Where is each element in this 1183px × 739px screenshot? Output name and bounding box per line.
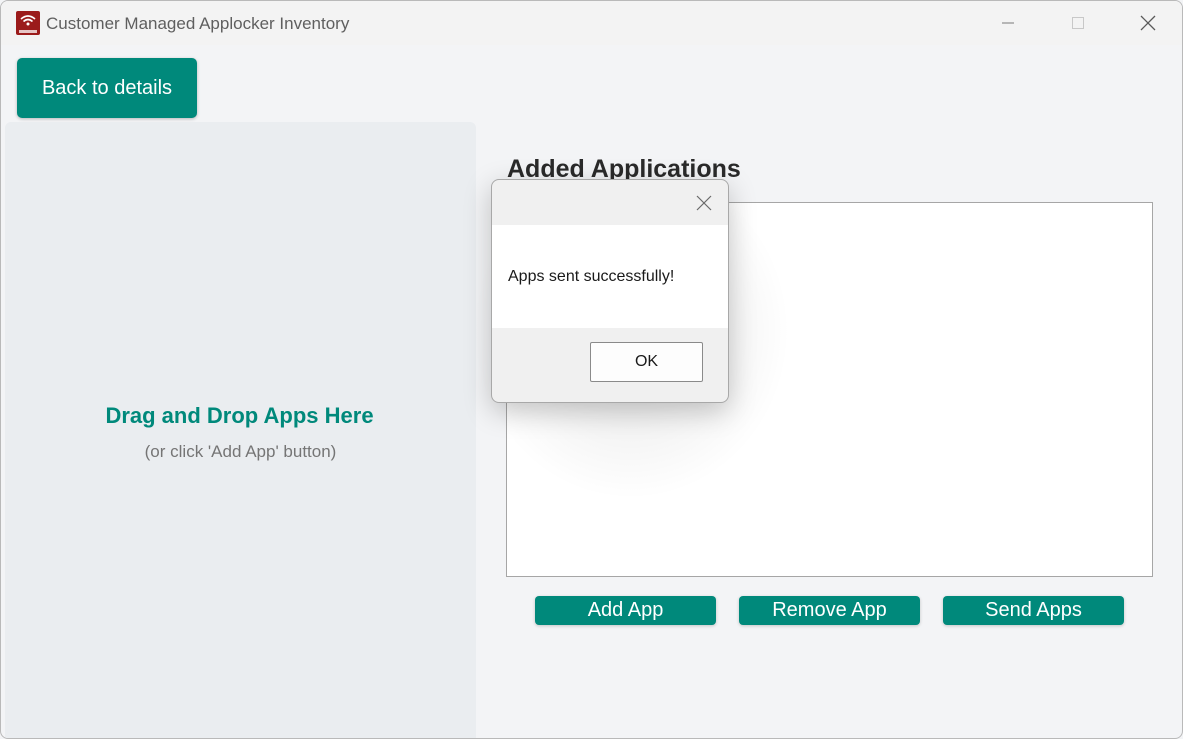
back-to-details-button[interactable]: Back to details <box>17 58 197 118</box>
app-logo-icon <box>16 11 40 35</box>
app-window: Customer Managed Applocker Inventory Bac… <box>0 0 1183 739</box>
ok-button[interactable]: OK <box>590 342 703 382</box>
message-dialog: Apps sent successfully! OK <box>491 179 729 403</box>
add-app-button[interactable]: Add App <box>535 596 716 625</box>
minimize-icon <box>1002 22 1014 24</box>
minimize-button[interactable] <box>973 1 1043 45</box>
dialog-message: Apps sent successfully! <box>508 268 675 285</box>
dialog-close-button[interactable] <box>684 186 724 220</box>
drop-zone-subtitle: (or click 'Add App' button) <box>144 442 337 461</box>
close-button[interactable] <box>1113 1 1182 45</box>
drop-zone[interactable]: Drag and Drop Apps Here (or click 'Add A… <box>5 122 476 738</box>
maximize-button[interactable] <box>1043 1 1113 45</box>
remove-app-button[interactable]: Remove App <box>739 596 920 625</box>
maximize-icon <box>1072 17 1084 29</box>
close-icon <box>1140 15 1156 31</box>
drop-zone-title: Drag and Drop Apps Here <box>105 403 374 428</box>
send-apps-button[interactable]: Send Apps <box>943 596 1124 625</box>
window-title: Customer Managed Applocker Inventory <box>46 14 350 33</box>
dialog-body: Apps sent successfully! <box>492 225 728 328</box>
close-icon <box>696 195 712 211</box>
title-bar[interactable]: Customer Managed Applocker Inventory <box>1 1 1182 45</box>
